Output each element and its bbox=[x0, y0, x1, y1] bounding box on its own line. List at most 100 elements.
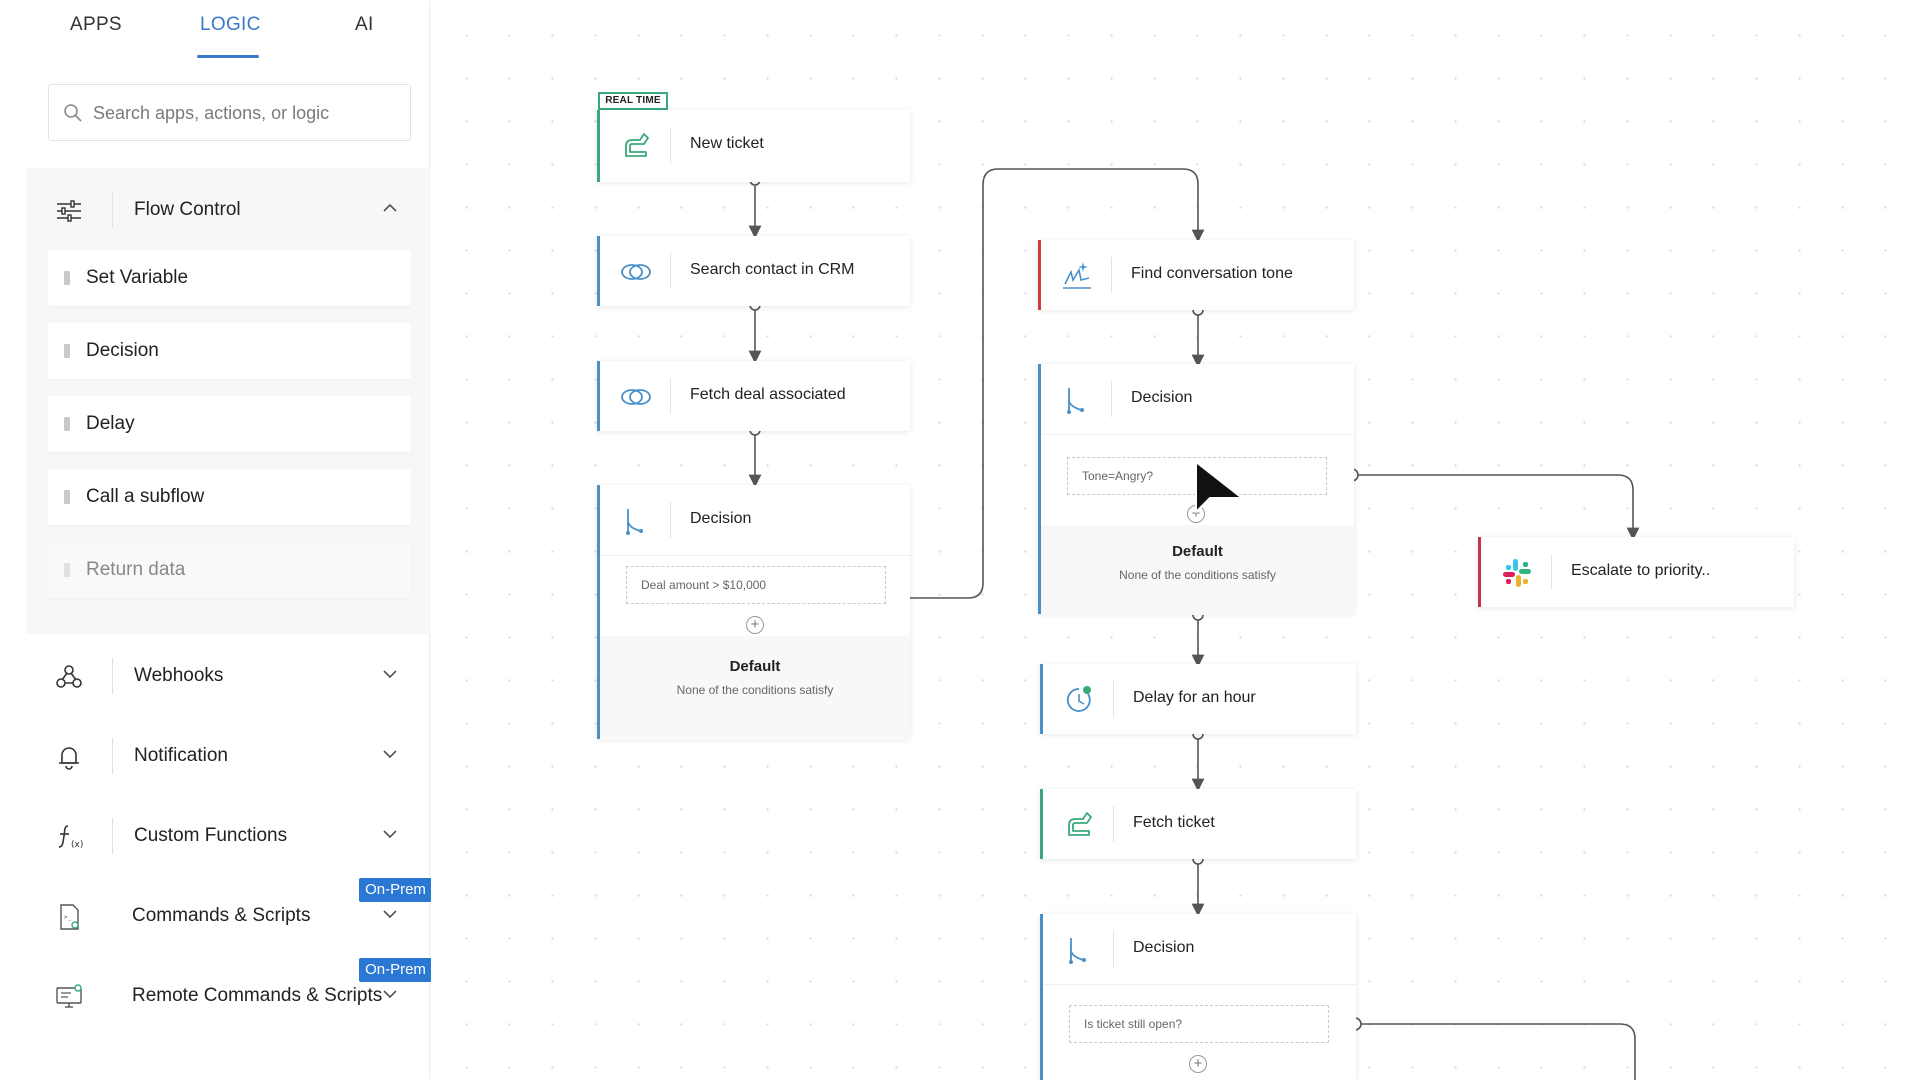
logic-item-set-variable[interactable]: Set Variable bbox=[48, 250, 411, 306]
default-subtitle: None of the conditions satisfy bbox=[676, 683, 834, 697]
item-label: Return data bbox=[86, 559, 186, 580]
divider bbox=[112, 192, 113, 228]
decision-body: Is ticket still open? + bbox=[1043, 984, 1356, 1080]
webhook-icon bbox=[56, 665, 82, 688]
drag-handle-icon[interactable] bbox=[64, 271, 70, 285]
drag-handle-icon[interactable] bbox=[64, 344, 70, 358]
decision-branch-icon bbox=[626, 509, 643, 535]
category-label: Flow Control bbox=[134, 199, 241, 220]
chevron-down-icon[interactable] bbox=[382, 828, 398, 840]
ticket-icon bbox=[625, 133, 649, 157]
default-subtitle: None of the conditions satisfy bbox=[1119, 568, 1276, 582]
svg-text:>_: >_ bbox=[64, 914, 72, 921]
tab-bar: APPS LOGIC AI bbox=[0, 0, 430, 62]
function-icon: (x) bbox=[58, 825, 83, 850]
tab-logic[interactable]: LOGIC bbox=[200, 14, 261, 36]
realtime-tag: REAL TIME bbox=[598, 92, 668, 110]
crm-icon bbox=[621, 264, 651, 280]
drag-handle-icon[interactable] bbox=[64, 417, 70, 431]
category-webhooks[interactable]: Webhooks bbox=[26, 646, 430, 706]
search-icon bbox=[64, 104, 82, 122]
remote-monitor-icon bbox=[56, 984, 82, 1008]
node-decision-open[interactable]: Decision Is ticket still open? + bbox=[1040, 914, 1356, 1080]
node-fetch-ticket[interactable]: Fetch ticket bbox=[1040, 789, 1356, 859]
divider bbox=[1551, 554, 1552, 590]
active-tab-indicator bbox=[197, 55, 259, 58]
divider bbox=[1111, 257, 1112, 293]
svg-text:(x): (x) bbox=[71, 840, 83, 850]
crm-icon bbox=[621, 389, 651, 405]
divider bbox=[1111, 381, 1112, 417]
node-title: Decision bbox=[1133, 939, 1195, 956]
node-title: Decision bbox=[690, 510, 752, 527]
chevron-up-icon[interactable] bbox=[382, 202, 398, 214]
divider bbox=[670, 127, 671, 163]
node-title: Delay for an hour bbox=[1133, 689, 1256, 706]
category-label: Remote Commands & Scripts bbox=[132, 985, 383, 1006]
logic-item-decision[interactable]: Decision bbox=[48, 323, 411, 379]
category-flow-control[interactable]: Flow Control bbox=[26, 180, 430, 240]
node-title: Escalate to priority.. bbox=[1571, 562, 1711, 579]
category-label: Webhooks bbox=[134, 665, 224, 686]
node-find-tone[interactable]: Find conversation tone bbox=[1038, 240, 1354, 310]
item-label: Call a subflow bbox=[86, 486, 205, 507]
category-notification[interactable]: Notification bbox=[26, 726, 430, 786]
item-label: Decision bbox=[86, 340, 159, 361]
category-remote-commands[interactable]: Remote Commands & Scripts bbox=[26, 966, 430, 1026]
node-search-contact[interactable]: Search contact in CRM bbox=[597, 236, 910, 306]
condition-field[interactable]: Deal amount > $10,000 bbox=[626, 566, 886, 604]
chevron-down-icon[interactable] bbox=[382, 748, 398, 760]
divider bbox=[1113, 681, 1114, 717]
node-fetch-deal[interactable]: Fetch deal associated bbox=[597, 361, 910, 431]
chevron-down-icon[interactable] bbox=[382, 908, 398, 920]
chevron-down-icon[interactable] bbox=[382, 988, 398, 1000]
slack-icon bbox=[1503, 559, 1531, 587]
default-branch[interactable]: Default None of the conditions satisfy bbox=[600, 636, 910, 740]
category-label: Notification bbox=[134, 745, 228, 766]
logic-item-return-data[interactable]: Return data bbox=[48, 542, 411, 598]
default-branch[interactable]: Default None of the conditions satisfy bbox=[1041, 525, 1354, 615]
script-file-icon: >_ bbox=[60, 904, 79, 930]
divider bbox=[112, 818, 113, 854]
drag-handle-icon[interactable] bbox=[64, 490, 70, 504]
logic-item-call-subflow[interactable]: Call a subflow bbox=[48, 469, 411, 525]
tab-ai[interactable]: AI bbox=[355, 14, 374, 36]
node-new-ticket[interactable]: New ticket bbox=[597, 110, 910, 182]
divider bbox=[670, 502, 671, 538]
add-condition-button[interactable]: + bbox=[746, 616, 764, 634]
divider bbox=[670, 253, 671, 289]
tab-apps[interactable]: APPS bbox=[70, 14, 122, 36]
node-title: Decision bbox=[1131, 389, 1193, 406]
search-input[interactable] bbox=[93, 97, 393, 129]
category-label: Commands & Scripts bbox=[132, 905, 311, 926]
add-condition-button[interactable]: + bbox=[1189, 1055, 1207, 1073]
divider bbox=[1113, 931, 1114, 967]
node-title: Search contact in CRM bbox=[690, 261, 855, 278]
category-commands-scripts[interactable]: >_ Commands & Scripts bbox=[26, 886, 430, 946]
decision-branch-icon bbox=[1067, 388, 1084, 414]
mouse-pointer-icon bbox=[1195, 461, 1243, 513]
node-escalate[interactable]: Escalate to priority.. bbox=[1478, 537, 1794, 607]
clock-icon bbox=[1066, 686, 1091, 712]
divider bbox=[1113, 806, 1114, 842]
node-delay[interactable]: Delay for an hour bbox=[1040, 664, 1356, 734]
default-title: Default bbox=[1172, 543, 1223, 560]
category-custom-functions[interactable]: (x) Custom Functions bbox=[26, 806, 430, 866]
sidebar: APPS LOGIC AI Flow Control Set Variable bbox=[0, 0, 432, 1080]
divider bbox=[112, 738, 113, 774]
item-label: Delay bbox=[86, 413, 135, 434]
node-title: Fetch deal associated bbox=[690, 386, 846, 403]
condition-field[interactable]: Is ticket still open? bbox=[1069, 1005, 1329, 1043]
logic-item-delay[interactable]: Delay bbox=[48, 396, 411, 452]
category-label: Custom Functions bbox=[134, 825, 288, 846]
node-title: New ticket bbox=[690, 135, 764, 152]
search-box[interactable] bbox=[48, 84, 411, 141]
node-decision-deal[interactable]: Decision Deal amount > $10,000 + Default… bbox=[597, 485, 910, 740]
node-title: Fetch ticket bbox=[1133, 814, 1215, 831]
divider bbox=[670, 378, 671, 414]
decision-body: Deal amount > $10,000 + Default None of … bbox=[600, 555, 910, 740]
chevron-down-icon[interactable] bbox=[382, 668, 398, 680]
drag-handle-icon[interactable] bbox=[64, 563, 70, 577]
divider bbox=[112, 658, 113, 694]
ai-sparkle-icon bbox=[1063, 262, 1091, 289]
